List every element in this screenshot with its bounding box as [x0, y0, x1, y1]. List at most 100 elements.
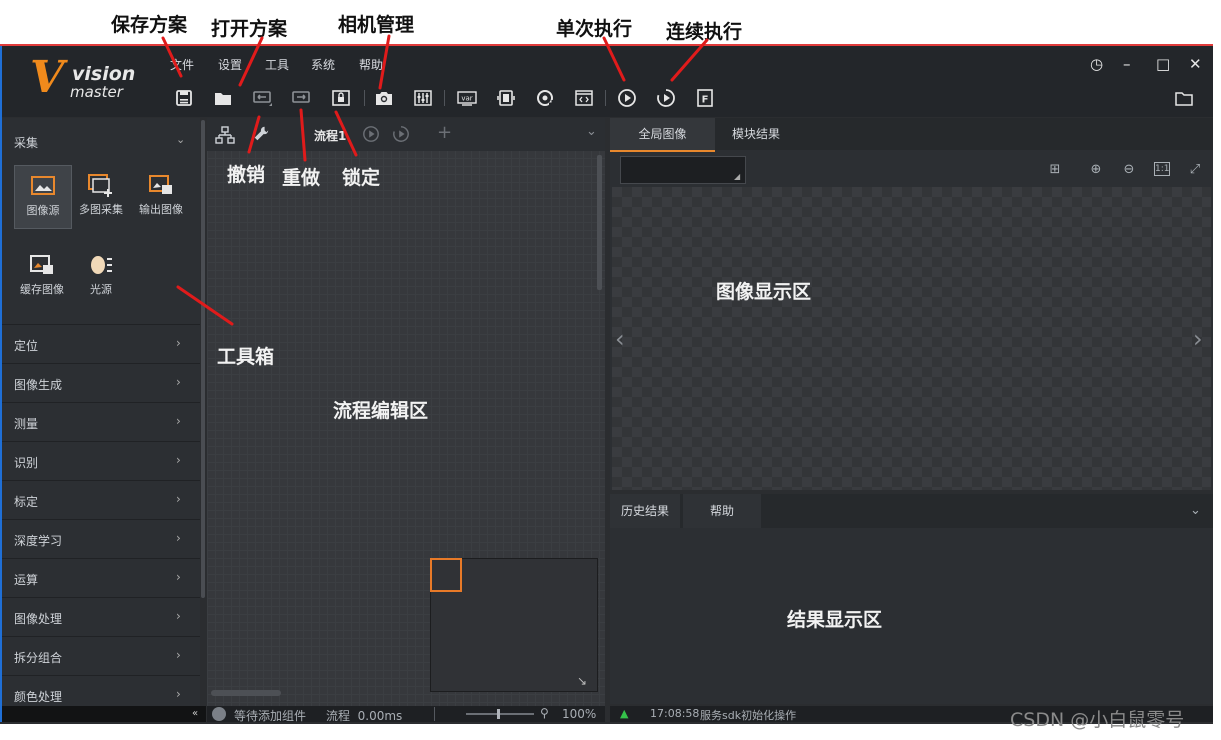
resize-arrow-icon[interactable]: ↘ [577, 674, 587, 688]
actual-size-icon[interactable]: 1:1 [1154, 162, 1170, 176]
tab-module-result[interactable]: 模块结果 [716, 118, 796, 150]
category-measurement[interactable]: 测量 › [2, 402, 200, 441]
menu-help[interactable]: 帮助 [359, 56, 383, 73]
zoom-search-icon[interactable]: ⚲ [540, 706, 549, 720]
code-icon[interactable] [573, 87, 595, 109]
tool-light-source[interactable]: 光源 [73, 245, 129, 307]
crosshair-icon[interactable]: ⊞ [1047, 162, 1063, 178]
status-indicator-icon [212, 707, 226, 721]
undo-icon[interactable] [251, 87, 273, 109]
collapse-left-icon[interactable]: « [192, 708, 198, 719]
zoom-slider-thumb[interactable] [497, 709, 500, 719]
refresh-settings-icon[interactable] [534, 87, 556, 109]
status-waiting-text: 等待添加组件 [234, 709, 307, 723]
open-folder-icon[interactable] [1173, 87, 1195, 109]
logo-mark: V [30, 52, 65, 103]
minimap-viewport[interactable] [430, 558, 462, 592]
next-image-icon[interactable]: › [1193, 325, 1203, 353]
category-recognition[interactable]: 识别 › [2, 441, 200, 480]
menu-tools[interactable]: 工具 [265, 56, 289, 73]
annotation-run-once: 单次执行 [556, 18, 633, 40]
category-label: 定位 [14, 339, 39, 353]
chevron-right-icon: › [176, 453, 181, 467]
tool-image-source[interactable]: 图像源 [14, 165, 72, 229]
image-source-dropdown[interactable] [620, 156, 746, 184]
chevron-right-icon: › [176, 336, 181, 350]
category-split-combine[interactable]: 拆分组合 › [2, 636, 200, 675]
chevron-right-icon: › [176, 375, 181, 389]
category-image-generation[interactable]: 图像生成 › [2, 363, 200, 402]
chevron-down-icon[interactable]: ⌄ [1190, 503, 1201, 518]
fullscreen-mode-icon[interactable]: F [694, 87, 716, 109]
category-calibration[interactable]: 标定 › [2, 480, 200, 519]
annotation-open: 打开方案 [211, 18, 288, 40]
lock-icon[interactable] [330, 87, 352, 109]
zoom-slider-track[interactable] [466, 713, 534, 715]
category-color-processing[interactable]: 颜色处理 › [2, 675, 200, 706]
toolbox-scrollbar[interactable] [201, 120, 205, 598]
menu-system[interactable]: 系统 [311, 56, 335, 73]
module-icon[interactable] [495, 87, 517, 109]
tab-history-result[interactable]: 历史结果 [610, 494, 680, 528]
tool-multi-image-acq[interactable]: 多图采集 [73, 165, 129, 227]
tool-cache-image[interactable]: 缓存图像 [14, 245, 70, 307]
light-source-icon [91, 256, 112, 274]
multi-image-icon [88, 174, 112, 197]
toolbox-status-bar [2, 706, 206, 722]
chevron-down-icon[interactable]: ⌄ [586, 124, 597, 139]
zoom-in-icon[interactable]: ⊕ [1088, 162, 1104, 178]
category-label: 测量 [14, 417, 39, 431]
tab-help[interactable]: 帮助 [683, 494, 761, 528]
tab-global-image[interactable]: 全局图像 [610, 118, 715, 152]
flow-horizontal-scrollbar[interactable] [211, 690, 281, 696]
svg-text:F: F [702, 95, 709, 106]
flow-tree-icon[interactable] [215, 125, 235, 145]
add-flow-tab-button[interactable]: + [437, 122, 452, 143]
variable-icon[interactable]: var [456, 87, 478, 109]
toolbox-header[interactable]: 采集 [14, 134, 38, 151]
maximize-button[interactable]: □ [1156, 55, 1170, 73]
image-canvas[interactable] [612, 187, 1211, 490]
flow-vertical-scrollbar[interactable] [597, 155, 602, 290]
tool-label: 输出图像 [139, 203, 183, 216]
flow-run-continuous-icon[interactable] [392, 125, 410, 143]
fit-window-icon[interactable]: ⤢ [1187, 162, 1203, 178]
category-image-processing[interactable]: 图像处理 › [2, 597, 200, 636]
toolbar-separator [444, 90, 445, 106]
run-continuous-icon[interactable] [655, 87, 677, 109]
chevron-down-icon[interactable]: ⌄ [176, 133, 185, 146]
wrench-icon[interactable] [252, 125, 270, 143]
annotation-image-area: 图像显示区 [716, 281, 812, 303]
history-icon[interactable]: ◷ [1090, 55, 1103, 73]
category-deep-learning[interactable]: 深度学习 › [2, 519, 200, 558]
redo-icon[interactable] [290, 87, 312, 109]
save-scheme-icon[interactable] [173, 87, 195, 109]
category-label: 图像处理 [14, 612, 63, 626]
camera-icon[interactable] [373, 87, 395, 109]
menu-file[interactable]: 文件 [170, 56, 194, 73]
chevron-right-icon: › [176, 687, 181, 701]
image-source-icon [31, 176, 55, 195]
flow-run-once-icon[interactable] [362, 125, 380, 143]
flow-tab-1[interactable]: 流程1 [314, 127, 346, 144]
run-once-icon[interactable] [616, 87, 638, 109]
watermark: CSDN @小白鼠零号 [1010, 709, 1185, 731]
previous-image-icon[interactable]: ‹ [615, 325, 625, 353]
tool-output-image[interactable]: 输出图像 [133, 165, 189, 227]
warning-triangle-icon: ▲ [620, 707, 629, 720]
tool-label: 多图采集 [79, 203, 123, 216]
open-scheme-icon[interactable] [212, 87, 234, 109]
controller-icon[interactable] [412, 87, 434, 109]
chevron-right-icon: › [176, 570, 181, 584]
category-positioning[interactable]: 定位 › [2, 324, 200, 363]
tool-label: 图像源 [26, 204, 60, 217]
zoom-out-icon[interactable]: ⊖ [1121, 162, 1137, 178]
close-button[interactable]: ✕ [1189, 55, 1202, 73]
minimize-button[interactable]: – [1123, 55, 1131, 73]
category-label: 运算 [14, 573, 39, 587]
category-operation[interactable]: 运算 › [2, 558, 200, 597]
tool-label: 缓存图像 [20, 283, 64, 296]
annotation-save: 保存方案 [111, 14, 188, 36]
flow-time-text: 流程 0.00ms [326, 709, 403, 723]
menu-settings[interactable]: 设置 [218, 56, 242, 73]
